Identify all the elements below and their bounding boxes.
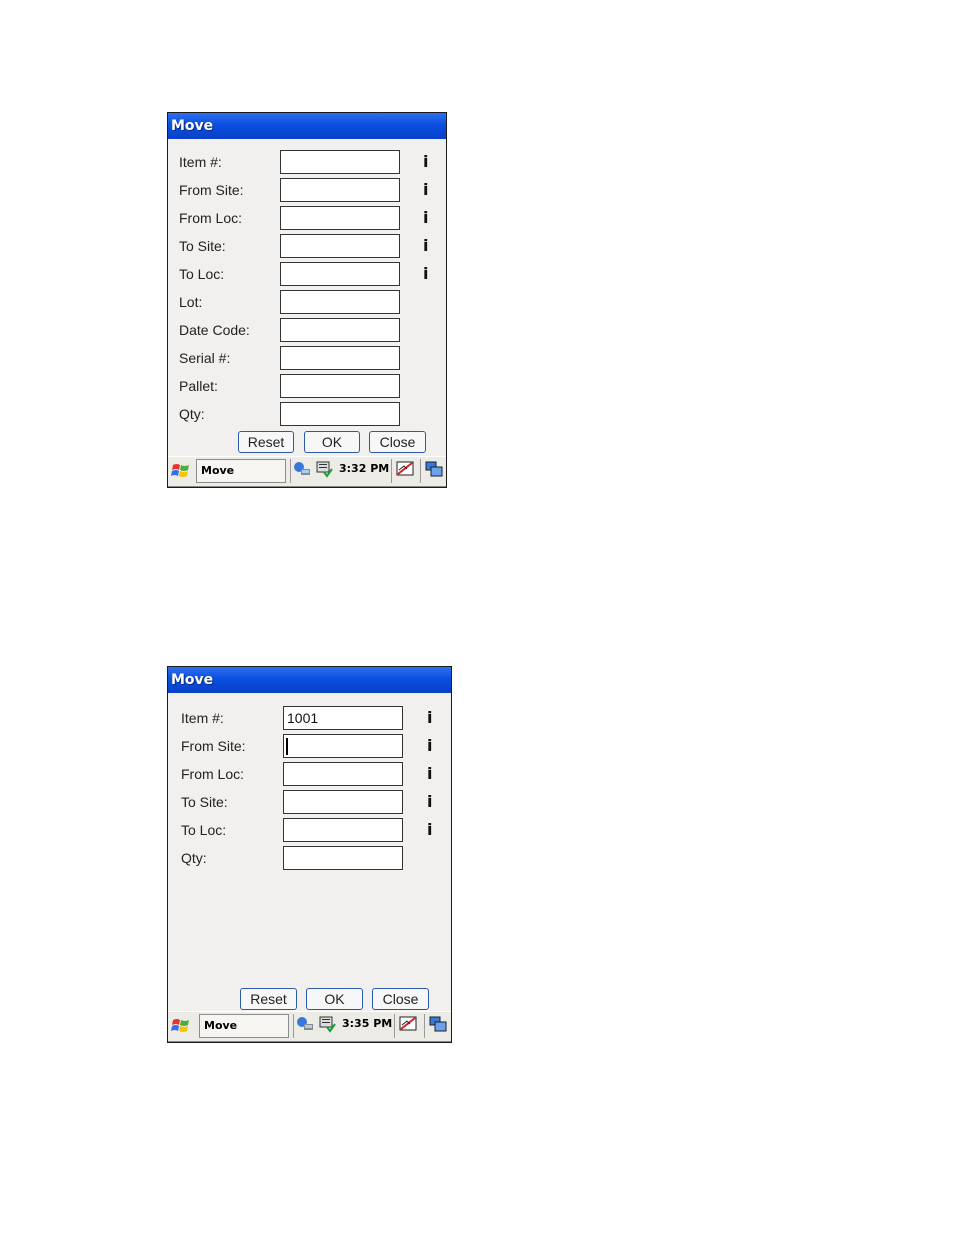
ok-button[interactable]: OK: [306, 988, 363, 1010]
pallet-label: Pallet:: [179, 378, 218, 394]
show-desktop-icon[interactable]: [425, 460, 443, 478]
item-number-info-icon[interactable]: i: [427, 708, 432, 727]
item-number-label: Item #:: [179, 154, 222, 170]
input-panel-icon[interactable]: [315, 460, 333, 478]
pen-input-icon[interactable]: [399, 1015, 417, 1033]
from-loc-info-icon[interactable]: i: [423, 208, 428, 227]
from-loc-field[interactable]: [280, 206, 400, 230]
item-number-info-icon[interactable]: i: [423, 152, 428, 171]
from-site-info-icon[interactable]: i: [427, 736, 432, 755]
lot-field[interactable]: [280, 290, 400, 314]
item-number-field[interactable]: 1001: [283, 706, 403, 730]
to-loc-info-icon[interactable]: i: [423, 264, 428, 283]
to-site-label: To Site:: [181, 794, 228, 810]
item-number-label: Item #:: [181, 710, 224, 726]
network-icon[interactable]: [296, 1015, 314, 1033]
windows-flag-icon[interactable]: [171, 1016, 191, 1036]
to-loc-info-icon[interactable]: i: [427, 820, 432, 839]
date-code-field[interactable]: [280, 318, 400, 342]
qty-label: Qty:: [179, 406, 205, 422]
to-loc-field[interactable]: [280, 262, 400, 286]
taskbar: Move 3:35 PM: [168, 1011, 451, 1042]
tray-separator: [394, 1014, 395, 1038]
clock: 3:32 PM: [339, 462, 390, 475]
taskbar-task-move[interactable]: Move: [196, 459, 286, 483]
from-site-info-icon[interactable]: i: [423, 180, 428, 199]
pen-input-icon[interactable]: [396, 460, 414, 478]
to-site-field[interactable]: [280, 234, 400, 258]
to-site-label: To Site:: [179, 238, 226, 254]
date-code-label: Date Code:: [179, 322, 250, 338]
from-loc-label: From Loc:: [179, 210, 243, 226]
from-site-field[interactable]: [283, 734, 403, 758]
text-caret: [286, 738, 288, 755]
to-loc-label: To Loc:: [181, 822, 227, 838]
system-tray: [293, 1014, 294, 1038]
network-icon[interactable]: [293, 460, 311, 478]
from-site-label: From Site:: [179, 182, 244, 198]
qty-label: Qty:: [181, 850, 207, 866]
to-loc-field[interactable]: [283, 818, 403, 842]
pallet-field[interactable]: [280, 374, 400, 398]
system-tray: [290, 459, 291, 483]
to-site-info-icon[interactable]: i: [427, 792, 432, 811]
serial-number-field[interactable]: [280, 346, 400, 370]
lot-label: Lot:: [179, 294, 203, 310]
to-site-info-icon[interactable]: i: [423, 236, 428, 255]
clock: 3:35 PM: [342, 1017, 393, 1030]
windows-flag-icon[interactable]: [171, 461, 191, 481]
title-bar: Move: [168, 113, 446, 139]
reset-button[interactable]: Reset: [238, 431, 294, 453]
to-loc-label: To Loc:: [179, 266, 225, 282]
close-button[interactable]: Close: [369, 431, 426, 453]
show-desktop-icon[interactable]: [429, 1015, 447, 1033]
to-site-field[interactable]: [283, 790, 403, 814]
move-window-2: Move Item #: 1001 i From Site: i From Lo…: [167, 666, 452, 1043]
serial-number-label: Serial #:: [179, 350, 231, 366]
from-site-label: From Site:: [181, 738, 246, 754]
from-site-field[interactable]: [280, 178, 400, 202]
ok-button[interactable]: OK: [304, 431, 360, 453]
tray-separator: [391, 459, 392, 483]
title-bar: Move: [168, 667, 451, 693]
tray-separator: [424, 1014, 425, 1038]
input-panel-icon[interactable]: [318, 1015, 336, 1033]
move-window-1: Move Item #: i From Site: i From Loc: i …: [167, 112, 447, 488]
reset-button[interactable]: Reset: [240, 988, 297, 1010]
item-number-field[interactable]: [280, 150, 400, 174]
taskbar: Move 3:32 PM: [168, 456, 446, 487]
tray-separator: [420, 459, 421, 483]
qty-field[interactable]: [283, 846, 403, 870]
from-loc-field[interactable]: [283, 762, 403, 786]
qty-field[interactable]: [280, 402, 400, 426]
from-loc-label: From Loc:: [181, 766, 245, 782]
close-button[interactable]: Close: [372, 988, 429, 1010]
taskbar-task-move[interactable]: Move: [199, 1014, 289, 1038]
from-loc-info-icon[interactable]: i: [427, 764, 432, 783]
